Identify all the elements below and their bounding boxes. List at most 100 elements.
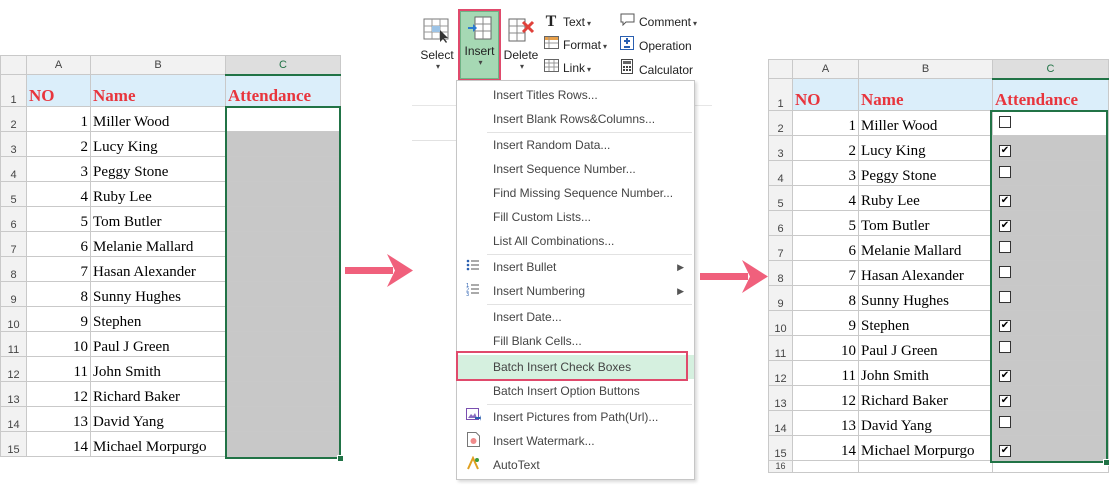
row-header[interactable]: 14 xyxy=(0,406,27,432)
column-header-a[interactable]: A xyxy=(26,55,91,75)
attendance-checkbox[interactable] xyxy=(999,416,1011,428)
select-all-corner[interactable] xyxy=(0,55,27,75)
row-header[interactable]: 8 xyxy=(768,260,793,286)
no-cell[interactable]: 6 xyxy=(26,231,91,257)
attendance-cell[interactable]: ✔ xyxy=(992,135,1109,161)
no-cell[interactable]: 2 xyxy=(26,131,91,157)
column-header-b[interactable]: B xyxy=(858,59,993,79)
fill-handle[interactable] xyxy=(337,455,344,462)
name-cell[interactable]: Stephen xyxy=(90,306,226,332)
name-cell[interactable]: Richard Baker xyxy=(90,381,226,407)
menu-item-batch-insert-check-boxes[interactable]: Batch Insert Check Boxes xyxy=(457,355,694,379)
attendance-cell[interactable] xyxy=(992,110,1109,136)
name-cell[interactable]: Richard Baker xyxy=(858,385,993,411)
column-header-a[interactable]: A xyxy=(792,59,859,79)
menu-item-list-all-combinations[interactable]: List All Combinations... xyxy=(457,229,694,253)
no-cell[interactable]: 4 xyxy=(792,185,859,211)
select-all-corner[interactable] xyxy=(768,59,793,79)
header-no-cell[interactable]: NO xyxy=(792,78,859,111)
column-header-b[interactable]: B xyxy=(90,55,226,75)
row-header[interactable]: 13 xyxy=(0,381,27,407)
no-cell[interactable]: 3 xyxy=(792,160,859,186)
name-cell[interactable]: Miller Wood xyxy=(90,106,226,132)
attendance-cell[interactable] xyxy=(225,406,341,432)
name-cell[interactable]: Michael Morpurgo xyxy=(90,431,226,457)
attendance-cell[interactable] xyxy=(225,256,341,282)
empty-cell[interactable] xyxy=(992,460,1109,473)
column-header-c[interactable]: C xyxy=(225,55,341,76)
no-cell[interactable]: 13 xyxy=(26,406,91,432)
attendance-checkbox[interactable]: ✔ xyxy=(999,320,1011,332)
attendance-cell[interactable] xyxy=(225,181,341,207)
attendance-cell[interactable] xyxy=(225,206,341,232)
name-cell[interactable]: Hasan Alexander xyxy=(858,260,993,286)
no-cell[interactable]: 6 xyxy=(792,235,859,261)
no-cell[interactable]: 12 xyxy=(26,381,91,407)
row-header[interactable]: 4 xyxy=(768,160,793,186)
row-header[interactable]: 10 xyxy=(768,310,793,336)
attendance-checkbox[interactable] xyxy=(999,166,1011,178)
attendance-checkbox[interactable] xyxy=(999,341,1011,353)
row-header[interactable]: 12 xyxy=(0,356,27,382)
name-cell[interactable]: Melanie Mallard xyxy=(90,231,226,257)
row-header[interactable]: 14 xyxy=(768,410,793,436)
menu-item-autotext[interactable]: AutoText xyxy=(457,453,694,477)
attendance-cell[interactable] xyxy=(992,235,1109,261)
name-cell[interactable]: Sunny Hughes xyxy=(90,281,226,307)
attendance-cell[interactable] xyxy=(225,356,341,382)
no-cell[interactable]: 7 xyxy=(26,256,91,282)
name-cell[interactable]: Ruby Lee xyxy=(90,181,226,207)
row-header[interactable]: 1 xyxy=(0,74,27,107)
name-cell[interactable]: Lucy King xyxy=(858,135,993,161)
format-button[interactable]: Format ▾ xyxy=(543,36,607,54)
row-header[interactable]: 11 xyxy=(768,335,793,361)
comment-button[interactable]: Comment ▾ xyxy=(619,13,697,31)
fill-handle[interactable] xyxy=(1103,459,1110,466)
menu-item-insert-sequence-number[interactable]: Insert Sequence Number... xyxy=(457,157,694,181)
no-cell[interactable]: 1 xyxy=(792,110,859,136)
name-cell[interactable]: John Smith xyxy=(858,360,993,386)
row-header[interactable]: 10 xyxy=(0,306,27,332)
name-cell[interactable]: Hasan Alexander xyxy=(90,256,226,282)
row-header[interactable]: 15 xyxy=(768,435,793,461)
row-header[interactable]: 9 xyxy=(0,281,27,307)
attendance-cell[interactable] xyxy=(225,381,341,407)
name-cell[interactable]: Stephen xyxy=(858,310,993,336)
no-cell[interactable]: 14 xyxy=(792,435,859,461)
no-cell[interactable]: 10 xyxy=(26,331,91,357)
menu-item-batch-insert-option-buttons[interactable]: Batch Insert Option Buttons xyxy=(457,379,694,403)
attendance-checkbox[interactable]: ✔ xyxy=(999,370,1011,382)
menu-item-fill-custom-lists[interactable]: Fill Custom Lists... xyxy=(457,205,694,229)
no-cell[interactable]: 3 xyxy=(26,156,91,182)
name-cell[interactable]: Paul J Green xyxy=(90,331,226,357)
row-header[interactable]: 4 xyxy=(0,156,27,182)
select-button[interactable]: Select ▾ xyxy=(419,14,455,76)
attendance-checkbox[interactable] xyxy=(999,241,1011,253)
menu-item-fill-blank-cells[interactable]: Fill Blank Cells... xyxy=(457,329,694,353)
attendance-checkbox[interactable] xyxy=(999,116,1011,128)
attendance-cell[interactable] xyxy=(225,331,341,357)
attendance-checkbox[interactable]: ✔ xyxy=(999,145,1011,157)
name-cell[interactable]: Tom Butler xyxy=(858,210,993,236)
name-cell[interactable]: David Yang xyxy=(858,410,993,436)
attendance-cell[interactable]: ✔ xyxy=(992,385,1109,411)
no-cell[interactable]: 4 xyxy=(26,181,91,207)
link-button[interactable]: Link ▾ xyxy=(543,59,591,77)
row-header[interactable]: 13 xyxy=(768,385,793,411)
menu-item-insert-numbering[interactable]: 123 Insert Numbering ▶ xyxy=(457,279,694,303)
no-cell[interactable]: 9 xyxy=(792,310,859,336)
attendance-cell[interactable]: ✔ xyxy=(992,310,1109,336)
name-cell[interactable]: Paul J Green xyxy=(858,335,993,361)
attendance-checkbox[interactable]: ✔ xyxy=(999,395,1011,407)
no-cell[interactable]: 14 xyxy=(26,431,91,457)
row-header[interactable]: 15 xyxy=(0,431,27,457)
no-cell[interactable]: 8 xyxy=(26,281,91,307)
empty-cell[interactable] xyxy=(858,460,993,473)
delete-button[interactable]: Delete ▾ xyxy=(503,14,539,76)
row-header[interactable]: 7 xyxy=(768,235,793,261)
attendance-checkbox[interactable]: ✔ xyxy=(999,445,1011,457)
no-cell[interactable]: 13 xyxy=(792,410,859,436)
attendance-cell[interactable] xyxy=(225,106,341,132)
no-cell[interactable]: 10 xyxy=(792,335,859,361)
no-cell[interactable]: 7 xyxy=(792,260,859,286)
